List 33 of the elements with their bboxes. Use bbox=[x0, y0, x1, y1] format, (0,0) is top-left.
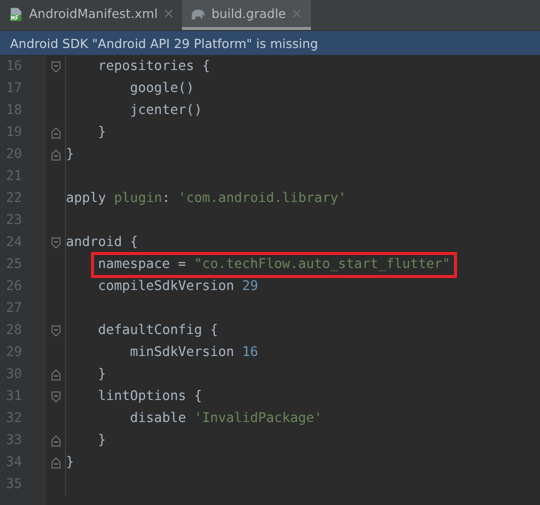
fold-icon[interactable] bbox=[50, 127, 60, 139]
fold-icon[interactable] bbox=[50, 391, 60, 403]
warning-text: Android SDK "Android API 29 Platform" is missing bbox=[10, 36, 318, 50]
fold-icon[interactable] bbox=[50, 237, 60, 249]
file-icon bbox=[8, 6, 24, 20]
code-line: compileSdkVersion 29 bbox=[97, 278, 258, 296]
code-line: android { bbox=[66, 234, 138, 252]
fold-icon[interactable] bbox=[50, 325, 60, 337]
code-line: apply plugin: 'com.android.library' bbox=[66, 190, 346, 208]
tab-label: build.gradle bbox=[211, 6, 286, 21]
fold-icon[interactable] bbox=[50, 457, 60, 469]
file-tab[interactable]: AndroidManifest.xml × bbox=[0, 0, 182, 30]
code-line: } bbox=[97, 366, 106, 384]
code-line: } bbox=[97, 432, 106, 450]
file-tab[interactable]: build.gradle × bbox=[182, 0, 311, 30]
fold-icon[interactable] bbox=[50, 149, 60, 161]
code-line: disable 'InvalidPackage' bbox=[129, 410, 322, 428]
code-line: repositories { bbox=[97, 58, 210, 76]
elephant-icon bbox=[190, 6, 206, 20]
code-line: jcenter() bbox=[129, 102, 202, 120]
fold-icon[interactable] bbox=[50, 61, 60, 73]
code-line: } bbox=[66, 454, 74, 472]
code-line: defaultConfig { bbox=[97, 322, 218, 340]
close-icon[interactable]: × bbox=[162, 6, 174, 22]
fold-icon[interactable] bbox=[50, 369, 60, 381]
tab-label: AndroidManifest.xml bbox=[29, 6, 158, 21]
code-line: } bbox=[97, 124, 106, 142]
code-line: lintOptions { bbox=[97, 388, 202, 406]
code-line: namespace = "co.techFlow.auto_start_flutter" bbox=[98, 256, 450, 274]
code-line: } bbox=[66, 146, 74, 164]
fold-icon[interactable] bbox=[50, 435, 60, 447]
code-line: minSdkVersion 16 bbox=[129, 344, 258, 362]
code-line: google() bbox=[129, 80, 194, 98]
